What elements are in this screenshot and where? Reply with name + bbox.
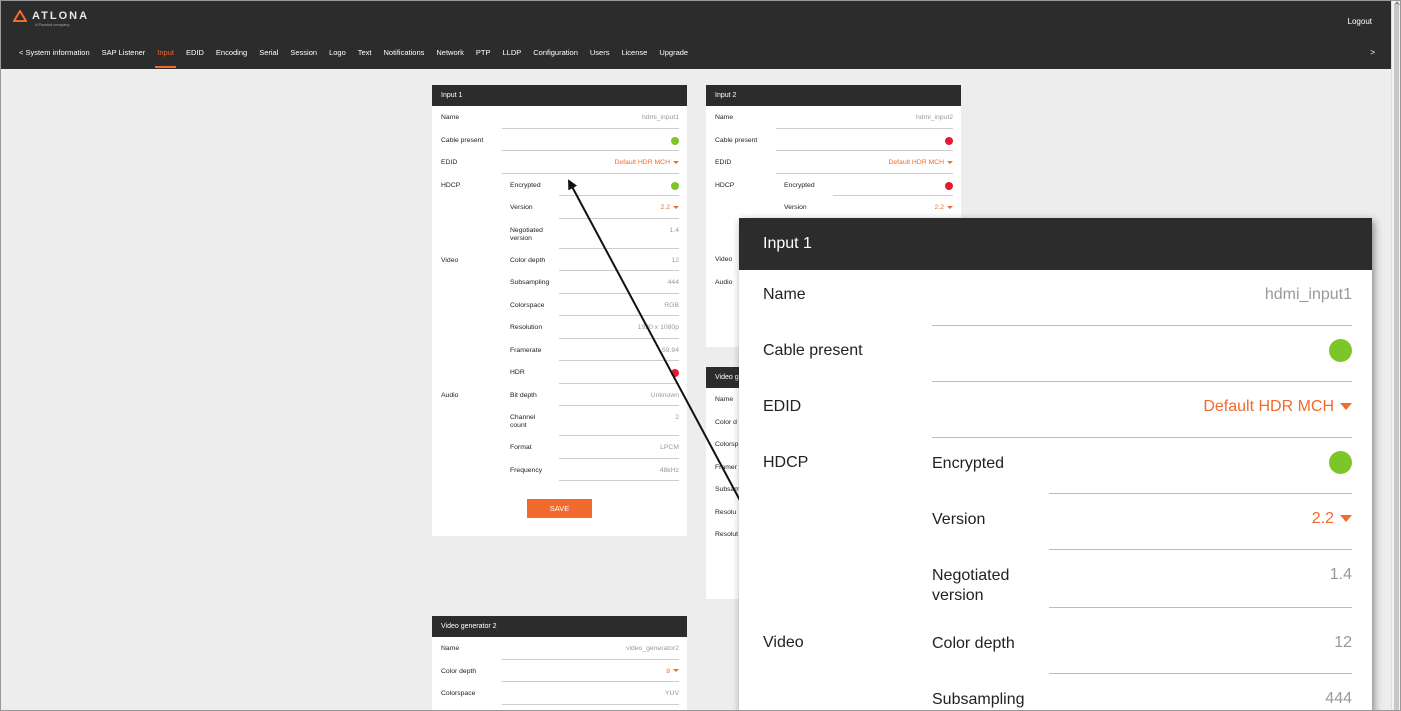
edid-label: EDID — [763, 398, 802, 415]
video-label: Video — [763, 634, 804, 651]
vertical-scrollbar[interactable] — [1391, 1, 1400, 710]
scrollbar-thumb[interactable] — [1394, 4, 1399, 710]
version-label: Version — [932, 511, 986, 528]
zoom-encrypted-row: HDCP Encrypted — [739, 438, 1372, 494]
subsampling-label: Subsampling — [932, 691, 1025, 708]
color-depth-label: Color depth — [932, 635, 1015, 652]
chevron-down-icon — [1340, 403, 1352, 411]
zoom-name-row: Name hdmi_input1 — [739, 270, 1372, 326]
zoom-edid-row: EDID Default HDR MCH — [739, 382, 1372, 438]
encrypted-label: Encrypted — [932, 455, 1005, 472]
negotiated-value: 1.4 — [1329, 566, 1352, 583]
zoom-subsampling-row: Subsampling 444 — [739, 674, 1372, 710]
zoom-title: Input 1 — [739, 218, 1372, 270]
name-value[interactable]: hdmi_input1 — [1265, 286, 1352, 304]
zoom-version-row: Version 2.2 — [739, 494, 1372, 550]
color-depth-value: 12 — [1334, 634, 1352, 651]
cable-status-icon — [1329, 339, 1352, 362]
chevron-down-icon — [1340, 515, 1352, 523]
zoom-color-depth-row: Video Color depth 12 — [739, 618, 1372, 674]
negotiated-label: Negotiated version — [932, 567, 1010, 604]
zoom-negotiated-row: Negotiated version 1.4 — [739, 550, 1372, 618]
zoom-cable-row: Cable present — [739, 326, 1372, 382]
hdcp-label: HDCP — [763, 454, 809, 471]
name-label: Name — [763, 286, 806, 303]
edid-select[interactable]: Default HDR MCH — [1203, 398, 1352, 416]
cable-present-label: Cable present — [763, 342, 863, 359]
encrypted-status-icon — [1329, 451, 1352, 474]
browser-frame: ATLONA A Panduit company Logout < System… — [0, 0, 1401, 711]
version-select[interactable]: 2.2 — [1312, 510, 1352, 528]
zoom-callout-panel: Input 1 Name hdmi_input1 Cable present E… — [739, 218, 1372, 710]
subsampling-value: 444 — [1325, 690, 1352, 707]
